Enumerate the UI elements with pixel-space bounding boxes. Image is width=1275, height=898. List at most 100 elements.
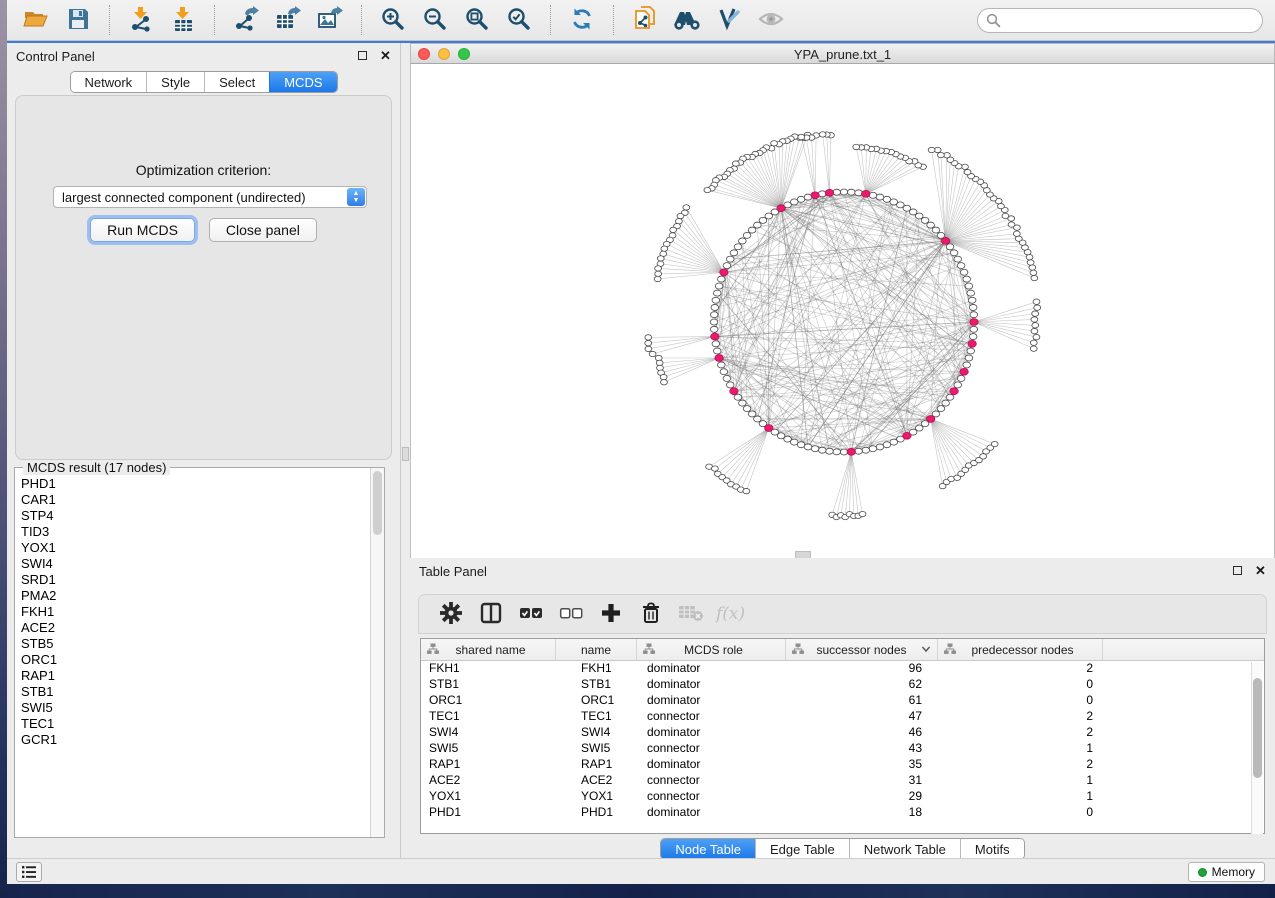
mcds-result-item[interactable]: SWI5 xyxy=(21,700,368,716)
export-network-button[interactable] xyxy=(228,3,264,37)
zoom-fit-icon xyxy=(464,6,490,35)
export-table-button[interactable] xyxy=(270,3,306,37)
column-header-successor-nodes[interactable]: successor nodes xyxy=(786,639,938,660)
table-cell: YOX1 xyxy=(556,789,637,805)
table-cell: FKH1 xyxy=(421,661,556,677)
table-row[interactable]: FKH1FKH1dominator962 xyxy=(421,661,1264,677)
binoculars-icon xyxy=(672,6,702,35)
toggle-graphics-details-button[interactable] xyxy=(711,3,747,37)
scrollbar-thumb[interactable] xyxy=(373,471,382,535)
tab-style[interactable]: Style xyxy=(146,72,204,92)
mcds-result-item[interactable]: STB1 xyxy=(21,684,368,700)
mcds-result-item[interactable]: PHD1 xyxy=(21,476,368,492)
zoom-fit-button[interactable] xyxy=(459,3,495,37)
zoom-out-button[interactable] xyxy=(417,3,453,37)
table-row[interactable]: TEC1TEC1connector472 xyxy=(421,709,1264,725)
table-row[interactable]: SWI4SWI4dominator462 xyxy=(421,725,1264,741)
save-session-button[interactable] xyxy=(60,3,96,37)
mcds-result-item[interactable]: TID3 xyxy=(21,524,368,540)
mcds-result-item[interactable]: TEC1 xyxy=(21,716,368,732)
find-button[interactable] xyxy=(669,3,705,37)
mcds-result-item[interactable]: ACE2 xyxy=(21,620,368,636)
zoom-out-icon xyxy=(422,6,448,35)
run-mcds-button[interactable]: Run MCDS xyxy=(90,218,195,242)
search-input[interactable] xyxy=(977,8,1263,33)
table-cell: SWI5 xyxy=(421,741,556,757)
mcds-result-item[interactable]: ORC1 xyxy=(21,652,368,668)
zoom-in-button[interactable] xyxy=(375,3,411,37)
table-cell: 1 xyxy=(938,773,1103,789)
tab-select[interactable]: Select xyxy=(204,72,269,92)
table-cell: YOX1 xyxy=(421,789,556,805)
table-panel-close-button[interactable]: ✕ xyxy=(1254,564,1267,577)
vertical-splitter[interactable] xyxy=(400,43,410,858)
column-header-shared-name[interactable]: shared name xyxy=(421,639,556,660)
export-image-button[interactable] xyxy=(312,3,348,37)
network-canvas[interactable] xyxy=(410,64,1275,558)
table-panel-float-button[interactable] xyxy=(1231,564,1244,577)
table-row[interactable]: STB1STB1dominator620 xyxy=(421,677,1264,693)
column-layout-button[interactable] xyxy=(476,599,506,629)
table-row[interactable]: SWI5SWI5connector431 xyxy=(421,741,1264,757)
tab-network[interactable]: Network xyxy=(70,72,146,92)
table-row[interactable]: PHD1PHD1dominator180 xyxy=(421,805,1264,821)
optimization-criterion-select[interactable]: largest connected component (undirected)… xyxy=(53,186,367,208)
table-scrollbar[interactable] xyxy=(1251,662,1263,834)
delete-table-button[interactable] xyxy=(676,599,706,629)
close-panel-button[interactable]: Close panel xyxy=(209,218,317,242)
mcds-result-item[interactable]: SWI4 xyxy=(21,556,368,572)
tab-edge-table[interactable]: Edge Table xyxy=(755,839,849,859)
mcds-result-item[interactable]: PMA2 xyxy=(21,588,368,604)
column-header-MCDS-role[interactable]: MCDS role xyxy=(637,639,786,660)
tab-network-table[interactable]: Network Table xyxy=(849,839,960,859)
create-column-button[interactable] xyxy=(596,599,626,629)
control-panel-title: Control Panel xyxy=(16,49,95,64)
table-settings-button[interactable] xyxy=(436,599,466,629)
function-builder-button[interactable]: f(x) xyxy=(716,599,746,629)
table-cell: 2 xyxy=(938,725,1103,741)
table-cell: TEC1 xyxy=(556,709,637,725)
tab-node-table[interactable]: Node Table xyxy=(661,839,755,859)
mcds-result-item[interactable]: RAP1 xyxy=(21,668,368,684)
tab-mcds[interactable]: MCDS xyxy=(269,72,336,92)
zoom-selected-icon xyxy=(506,6,532,35)
import-network-button[interactable] xyxy=(123,3,159,37)
mcds-result-scrollbar[interactable] xyxy=(370,468,384,837)
control-panel-float-button[interactable] xyxy=(356,49,369,62)
column-header-predecessor-nodes[interactable]: predecessor nodes xyxy=(938,639,1103,660)
table-cell: 96 xyxy=(786,661,938,677)
scrollbar-thumb[interactable] xyxy=(1253,678,1262,778)
table-cell: ORC1 xyxy=(556,693,637,709)
mcds-result-item[interactable]: STP4 xyxy=(21,508,368,524)
task-history-button[interactable] xyxy=(16,862,42,882)
table-cell: dominator xyxy=(637,677,786,693)
node-table: shared namenameMCDS rolesuccessor nodesp… xyxy=(420,638,1265,834)
tab-motifs[interactable]: Motifs xyxy=(960,839,1024,859)
apply-layout-button[interactable] xyxy=(564,3,600,37)
mcds-result-item[interactable]: YOX1 xyxy=(21,540,368,556)
table-row[interactable]: RAP1RAP1dominator352 xyxy=(421,757,1264,773)
memory-button[interactable]: Memory xyxy=(1188,862,1265,882)
table-row[interactable]: YOX1YOX1connector291 xyxy=(421,789,1264,805)
table-row[interactable]: ACE2ACE2connector311 xyxy=(421,773,1264,789)
float-icon xyxy=(1233,566,1242,575)
mcds-result-item[interactable]: GCR1 xyxy=(21,732,368,748)
splitter-handle[interactable] xyxy=(402,447,409,461)
show-all-columns-button[interactable] xyxy=(516,599,546,629)
open-file-button[interactable] xyxy=(18,3,54,37)
mcds-result-item[interactable]: SRD1 xyxy=(21,572,368,588)
clone-network-icon xyxy=(632,6,658,35)
import-table-button[interactable] xyxy=(165,3,201,37)
mcds-result-item[interactable]: STB5 xyxy=(21,636,368,652)
column-header-name[interactable]: name xyxy=(556,639,637,660)
table-header-row: shared namenameMCDS rolesuccessor nodesp… xyxy=(421,639,1264,661)
show-hide-button[interactable] xyxy=(753,3,789,37)
zoom-selected-button[interactable] xyxy=(501,3,537,37)
table-row[interactable]: ORC1ORC1dominator610 xyxy=(421,693,1264,709)
hide-all-columns-button[interactable] xyxy=(556,599,586,629)
control-panel-close-button[interactable]: ✕ xyxy=(379,49,392,62)
mcds-result-item[interactable]: FKH1 xyxy=(21,604,368,620)
delete-column-button[interactable] xyxy=(636,599,666,629)
clone-network-button[interactable] xyxy=(627,3,663,37)
mcds-result-item[interactable]: CAR1 xyxy=(21,492,368,508)
